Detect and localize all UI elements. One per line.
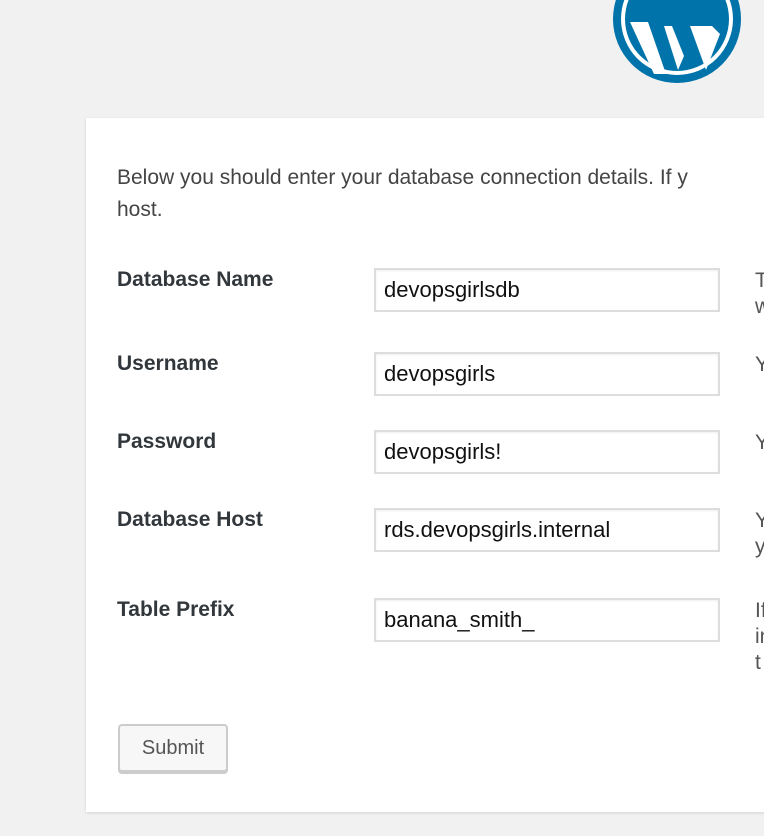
intro-text: Below you should enter your database con… bbox=[117, 162, 764, 226]
database-name-desc: T w bbox=[755, 268, 764, 320]
database-name-label: Database Name bbox=[117, 268, 274, 291]
database-host-field[interactable] bbox=[374, 508, 720, 552]
password-field[interactable] bbox=[374, 430, 720, 474]
table-prefix-desc: If in t bbox=[755, 598, 764, 676]
intro-line-2: host. bbox=[117, 198, 163, 221]
database-host-desc: Y y bbox=[755, 508, 764, 560]
table-prefix-desc-line-1: If bbox=[755, 599, 764, 622]
table-prefix-label: Table Prefix bbox=[117, 598, 235, 621]
database-name-desc-line-2: w bbox=[755, 295, 764, 318]
intro-line-1: Below you should enter your database con… bbox=[117, 166, 688, 189]
table-prefix-field[interactable] bbox=[374, 598, 720, 642]
password-desc: Y bbox=[755, 430, 764, 456]
password-label: Password bbox=[117, 430, 217, 453]
database-host-desc-line-2: y bbox=[755, 535, 764, 558]
submit-button[interactable]: Submit bbox=[118, 724, 228, 772]
database-host-label: Database Host bbox=[117, 508, 263, 531]
username-desc: Y bbox=[755, 352, 764, 378]
database-name-desc-line-1: T bbox=[755, 269, 764, 292]
wordpress-logo-icon bbox=[613, 0, 741, 83]
table-prefix-desc-line-3: t bbox=[755, 651, 761, 674]
password-desc-line-1: Y bbox=[755, 431, 764, 454]
username-desc-line-1: Y bbox=[755, 353, 764, 376]
database-host-desc-line-1: Y bbox=[755, 509, 764, 532]
username-field[interactable] bbox=[374, 352, 720, 396]
database-name-field[interactable] bbox=[374, 268, 720, 312]
username-label: Username bbox=[117, 352, 219, 375]
setup-card: Below you should enter your database con… bbox=[86, 118, 764, 812]
table-prefix-desc-line-2: in bbox=[755, 625, 764, 648]
